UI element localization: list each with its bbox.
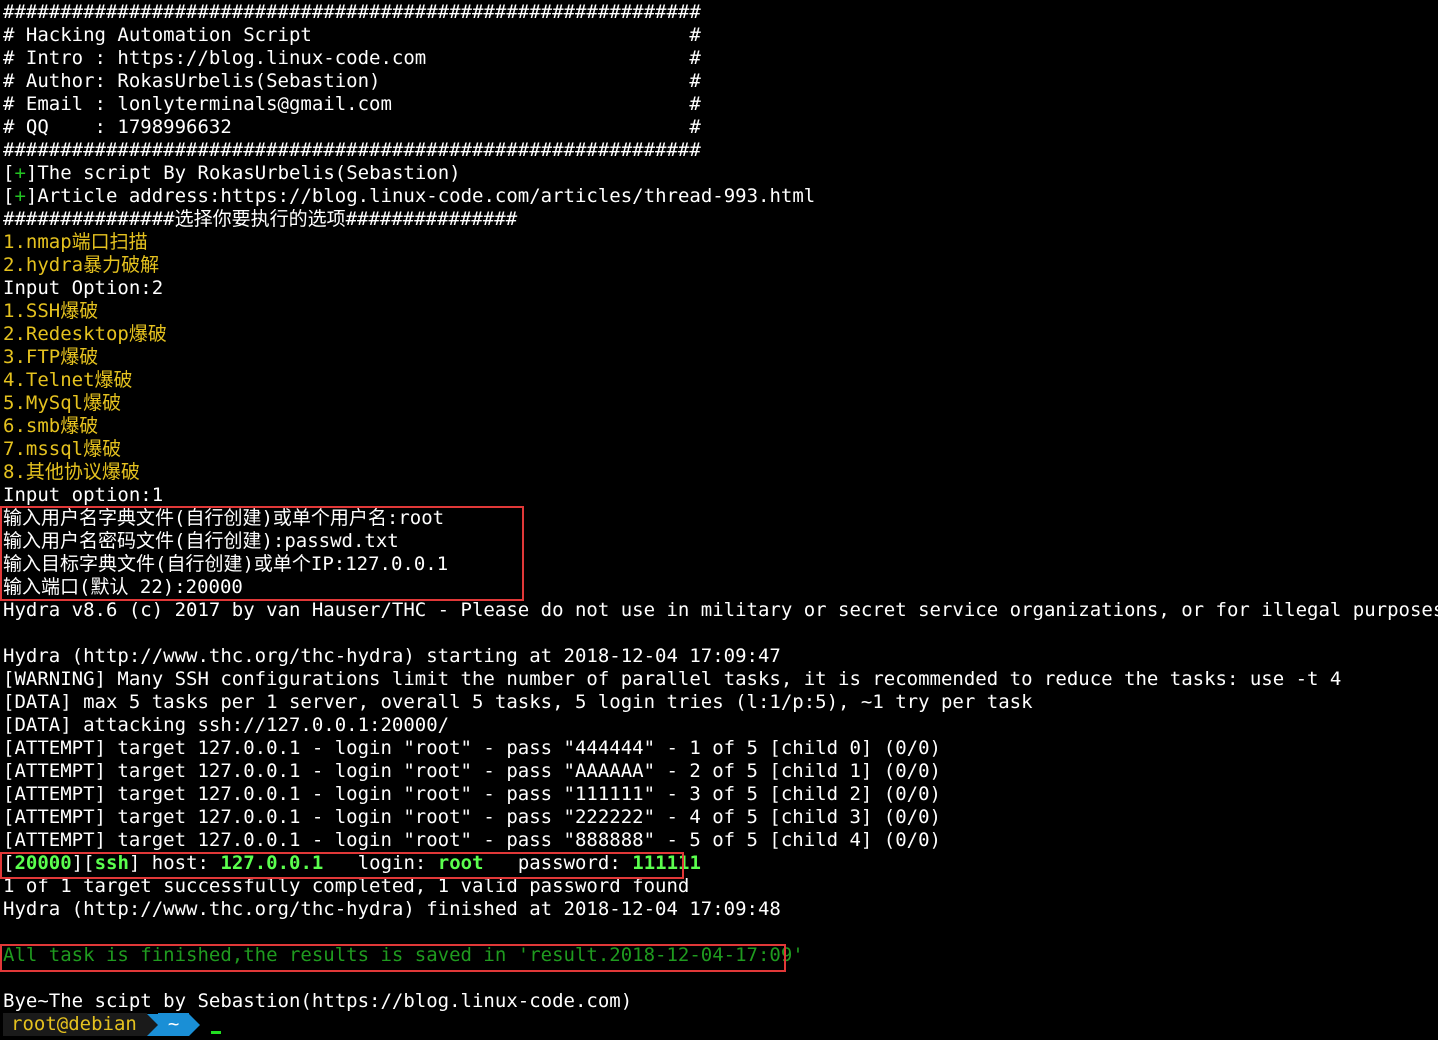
hydra-warning: [WARNING] Many SSH configurations limit … xyxy=(3,668,1342,690)
prompt-separator-icon xyxy=(189,1013,201,1036)
hydra-completed: 1 of 1 target successfully completed, 1 … xyxy=(3,875,690,897)
header-title: # Hacking Automation Script # xyxy=(3,24,701,46)
article-text: Article address:https://blog.linux-code.… xyxy=(37,185,816,207)
protocol-menu-item-smb: 6.smb爆破 xyxy=(3,415,99,437)
terminal-window[interactable]: ########################################… xyxy=(0,0,1438,1040)
bye-line: Bye~The scipt by Sebastion(https://blog.… xyxy=(3,990,633,1012)
result-service: ssh xyxy=(94,852,129,874)
port-prompt: 输入端口(默认 22):20000 xyxy=(3,576,243,598)
protocol-menu-input: Input option:1 xyxy=(3,484,164,506)
hydra-banner: Hydra v8.6 (c) 2017 by van Hauser/THC - … xyxy=(3,599,1438,621)
password-file-prompt: 输入用户名密码文件(自行创建):passwd.txt xyxy=(3,530,399,552)
protocol-menu-item-other: 8.其他协议爆破 xyxy=(3,461,140,483)
script-by-text: The script By RokasUrbelis(Sebastion) xyxy=(37,162,461,184)
header-border-bottom: ########################################… xyxy=(3,139,701,161)
bracket-close: ] xyxy=(25,162,38,184)
result-password-label: password: xyxy=(483,852,633,874)
attempt-line: [ATTEMPT] target 127.0.0.1 - login "root… xyxy=(3,806,941,828)
shell-prompt[interactable]: root@debian ~ xyxy=(3,1013,1438,1036)
hydra-start: Hydra (http://www.thc.org/thc-hydra) sta… xyxy=(3,645,781,667)
choose-banner: ###############选择你要执行的选项############### xyxy=(3,208,518,230)
target-prompt: 输入目标字典文件(自行创建)或单个IP:127.0.0.1 xyxy=(3,553,449,575)
plus-icon: + xyxy=(14,162,26,184)
bracket-close: ] xyxy=(128,852,141,874)
result-line: [20000][ssh] host: 127.0.0.1 login: root… xyxy=(3,852,1438,875)
protocol-menu-item-mysql: 5.MySql爆破 xyxy=(3,392,122,414)
bracket-open: [ xyxy=(3,852,15,874)
plus-icon: + xyxy=(14,185,26,207)
prompt-separator-icon xyxy=(146,1013,158,1036)
protocol-menu-item-mssql: 7.mssql爆破 xyxy=(3,438,122,460)
cursor[interactable] xyxy=(211,1031,222,1034)
bracket-close: ] xyxy=(25,185,38,207)
bracket-close: ] xyxy=(71,852,84,874)
attempt-line: [ATTEMPT] target 127.0.0.1 - login "root… xyxy=(3,829,941,851)
hydra-data-attack: [DATA] attacking ssh://127.0.0.1:20000/ xyxy=(3,714,450,736)
script-by-line: [+]The script By RokasUrbelis(Sebastion) xyxy=(3,162,1438,185)
bracket-open: [ xyxy=(3,162,15,184)
bracket-open: [ xyxy=(83,852,95,874)
attempt-line: [ATTEMPT] target 127.0.0.1 - login "root… xyxy=(3,760,941,782)
protocol-menu-item-redesktop: 2.Redesktop爆破 xyxy=(3,323,167,345)
protocol-menu-item-ssh: 1.SSH爆破 xyxy=(3,300,99,322)
result-password: 111111 xyxy=(632,852,701,874)
prompt-directory: ~ xyxy=(157,1013,190,1036)
header-intro: # Intro : https://blog.linux-code.com # xyxy=(3,47,701,69)
result-host-label: host: xyxy=(140,852,221,874)
main-menu-item-nmap: 1.nmap端口扫描 xyxy=(3,231,148,253)
prompt-user: root@debian xyxy=(3,1013,147,1036)
header-qq: # QQ : 1798996632 # xyxy=(3,116,701,138)
saved-result-line: All task is finished,the results is save… xyxy=(3,944,804,966)
result-port: 20000 xyxy=(14,852,72,874)
result-host: 127.0.0.1 xyxy=(220,852,324,874)
header-email: # Email : lonlyterminals@gmail.com # xyxy=(3,93,701,115)
article-line: [+]Article address:https://blog.linux-co… xyxy=(3,185,1438,208)
header-border-top: ########################################… xyxy=(3,1,701,23)
header-author: # Author: RokasUrbelis(Sebastion) # xyxy=(3,70,701,92)
hydra-finish: Hydra (http://www.thc.org/thc-hydra) fin… xyxy=(3,898,781,920)
protocol-menu-item-telnet: 4.Telnet爆破 xyxy=(3,369,133,391)
attempt-line: [ATTEMPT] target 127.0.0.1 - login "root… xyxy=(3,783,941,805)
bracket-open: [ xyxy=(3,185,15,207)
protocol-menu-item-ftp: 3.FTP爆破 xyxy=(3,346,99,368)
main-menu-item-hydra: 2.hydra暴力破解 xyxy=(3,254,160,276)
result-login: root xyxy=(437,852,484,874)
username-prompt: 输入用户名字典文件(自行创建)或单个用户名:root xyxy=(3,507,445,529)
main-menu-input: Input Option:2 xyxy=(3,277,164,299)
attempt-line: [ATTEMPT] target 127.0.0.1 - login "root… xyxy=(3,737,941,759)
result-login-label: login: xyxy=(323,852,438,874)
hydra-data-max: [DATA] max 5 tasks per 1 server, overall… xyxy=(3,691,1033,713)
